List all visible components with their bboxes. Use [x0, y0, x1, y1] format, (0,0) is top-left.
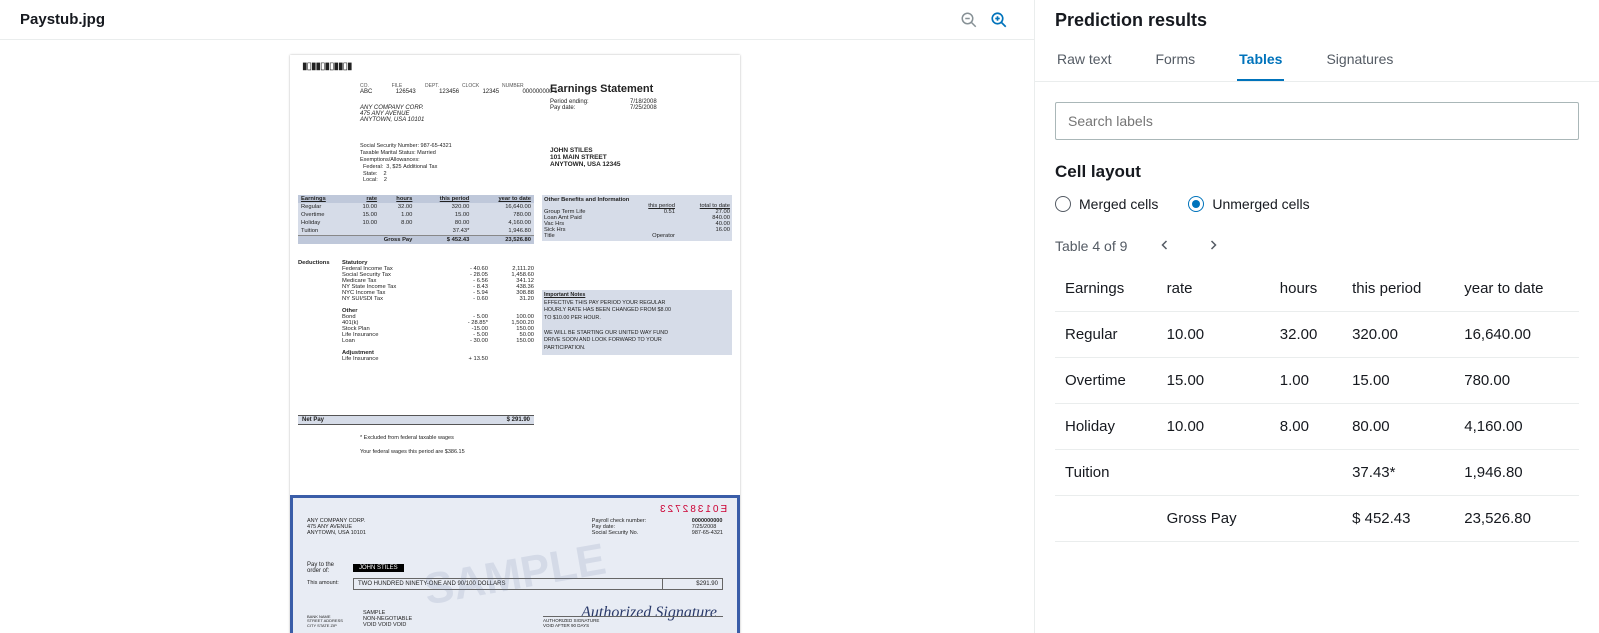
table-header: Earnings	[1055, 266, 1157, 312]
filename-label: Paystub.jpg	[20, 11, 105, 28]
cell-layout-heading: Cell layout	[1055, 162, 1579, 182]
zoom-in-icon[interactable]	[984, 5, 1014, 35]
image-toolbar: Paystub.jpg	[0, 0, 1034, 40]
pager-next-icon[interactable]	[1203, 234, 1223, 258]
pager-label: Table 4 of 9	[1055, 238, 1127, 254]
doc-title: Earnings Statement	[550, 83, 657, 95]
zoom-out-icon[interactable]	[954, 5, 984, 35]
table-row: Tuition37.43*1,946.80	[1055, 450, 1579, 496]
result-tabs: Raw text Forms Tables Signatures	[1035, 31, 1599, 82]
net-pay-row: Net Pay$ 291.90	[298, 415, 534, 425]
paystub-document: ▮▯▮▮▯▮▯▮▮▯▮ CO. FILE DEPT. CLOCK NUMBER …	[290, 55, 740, 633]
check-number: E01382723	[658, 504, 727, 515]
search-input[interactable]	[1055, 102, 1579, 140]
payee-block: JOHN STILES 101 MAIN STREET ANYTOWN, USA…	[550, 147, 620, 168]
tab-signatures[interactable]: Signatures	[1324, 45, 1395, 81]
table-row: Holiday10.008.0080.004,160.00	[1055, 404, 1579, 450]
panel-title: Prediction results	[1035, 0, 1599, 31]
excluded-note: * Excluded from federal taxable wages Yo…	[360, 435, 465, 455]
table-row: Regular10.0032.00320.0016,640.00	[1055, 312, 1579, 358]
image-viewport[interactable]: ▮▯▮▮▯▮▯▮▮▯▮ CO. FILE DEPT. CLOCK NUMBER …	[0, 40, 1034, 633]
earnings-table: Earningsratehoursthis periodyear to date…	[298, 195, 534, 244]
doc-header-right: Earnings Statement Period ending:7/18/20…	[550, 83, 657, 111]
image-panel: Paystub.jpg ▮▯▮▮▯▮▯▮▮▯▮ CO. FILE DEPT. C…	[0, 0, 1035, 633]
prediction-panel: Prediction results Raw text Forms Tables Si…	[1035, 0, 1599, 633]
radio-merged-cells[interactable]: Merged cells	[1055, 196, 1158, 212]
table-header: year to date	[1454, 266, 1579, 312]
table-header: this period	[1342, 266, 1454, 312]
tab-forms[interactable]: Forms	[1153, 45, 1197, 81]
ssn-block: Social Security Number: 987-65-4321Taxab…	[360, 143, 452, 184]
table-row: Overtime15.001.0015.00780.00	[1055, 358, 1579, 404]
table-pager: Table 4 of 9	[1055, 234, 1579, 258]
table-header: rate	[1157, 266, 1270, 312]
table-row: Gross Pay$ 452.4323,526.80	[1055, 496, 1579, 542]
paycheck: SAMPLE E01382723 ANY COMPANY CORP. 475 A…	[290, 495, 740, 633]
table-header: hours	[1270, 266, 1342, 312]
barcode-icon: ▮▯▮▮▯▮▯▮▮▯▮	[302, 61, 352, 72]
doc-header-left: CO. FILE DEPT. CLOCK NUMBER ABC 126543 1…	[360, 83, 558, 123]
deductions-block: Deductions Statutory Federal Income Tax-…	[298, 260, 534, 362]
pager-prev-icon[interactable]	[1155, 234, 1175, 258]
tab-raw-text[interactable]: Raw text	[1055, 45, 1113, 81]
result-table: Earningsratehoursthis periodyear to date…	[1055, 266, 1579, 542]
tab-tables[interactable]: Tables	[1237, 45, 1284, 81]
radio-unmerged-cells[interactable]: Unmerged cells	[1188, 196, 1309, 212]
benefits-table: Other Benefits and Information this peri…	[542, 195, 732, 241]
important-notes: Important Notes EFFECTIVE THIS PAY PERIO…	[542, 290, 732, 355]
